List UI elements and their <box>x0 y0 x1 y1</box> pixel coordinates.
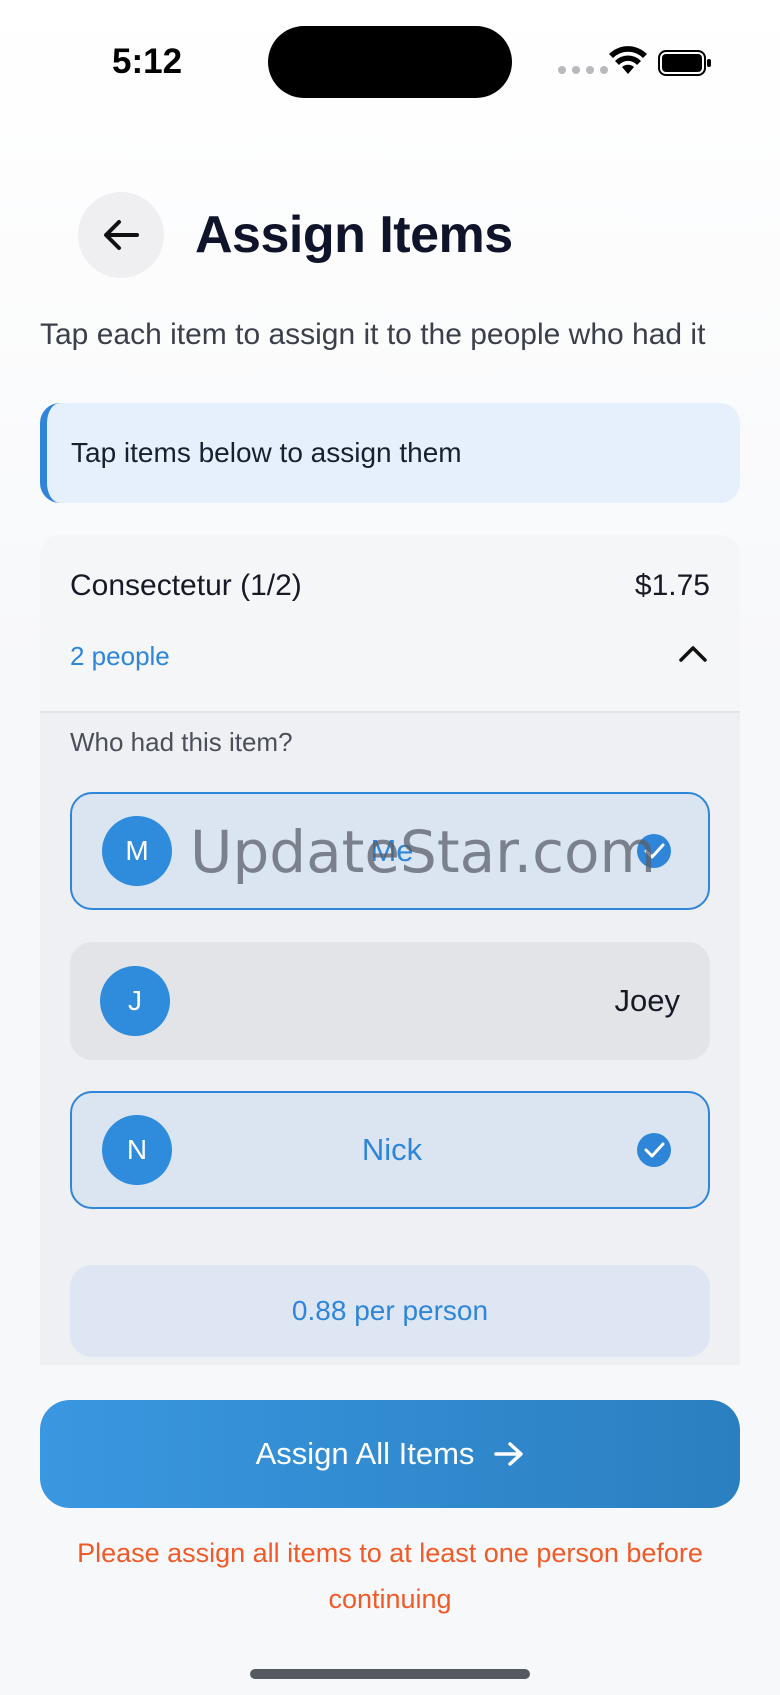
status-time: 5:12 <box>112 42 183 81</box>
person-option-joey[interactable]: J Joey <box>70 942 710 1060</box>
people-count: 2 people <box>70 641 170 671</box>
person-name: Me <box>370 833 414 868</box>
arrow-left-icon <box>104 220 139 250</box>
back-button[interactable] <box>78 192 164 278</box>
wifi-icon <box>609 46 647 74</box>
avatar: J <box>100 966 170 1036</box>
dynamic-island <box>268 26 512 98</box>
person-option-me[interactable]: M Me <box>70 792 710 910</box>
battery-icon <box>658 50 711 76</box>
item-name: Consectetur (1/2) <box>70 569 302 602</box>
check-circle-icon <box>637 834 671 868</box>
item-header[interactable]: Consectetur (1/2) $1.75 2 people <box>40 535 740 713</box>
check-circle-icon <box>637 1133 671 1167</box>
status-bar: 5:12 <box>0 0 780 120</box>
person-name: Joey <box>614 983 680 1018</box>
error-message: Please assign all items to at least one … <box>77 1538 703 1614</box>
page-subtitle: Tap each item to assign it to the people… <box>40 318 706 351</box>
arrow-right-icon <box>494 1442 524 1466</box>
assign-all-label: Assign All Items <box>255 1436 475 1471</box>
item-card: Consectetur (1/2) $1.75 2 people Who had… <box>40 535 740 1365</box>
cellular-signal-icon <box>558 66 608 74</box>
assign-question: Who had this item? <box>70 727 293 757</box>
chevron-up-icon[interactable] <box>678 643 708 663</box>
hint-banner: Tap items below to assign them <box>40 403 740 503</box>
person-option-nick[interactable]: N Nick <box>70 1091 710 1209</box>
item-price: $1.75 <box>634 569 710 602</box>
person-name: Nick <box>361 1132 423 1167</box>
assign-all-button[interactable]: Assign All Items <box>40 1400 740 1508</box>
page-title: Assign Items <box>195 206 513 264</box>
per-person-amount: 0.88 per person <box>70 1265 710 1357</box>
home-indicator[interactable] <box>250 1669 530 1679</box>
hint-text: Tap items below to assign them <box>71 437 462 468</box>
